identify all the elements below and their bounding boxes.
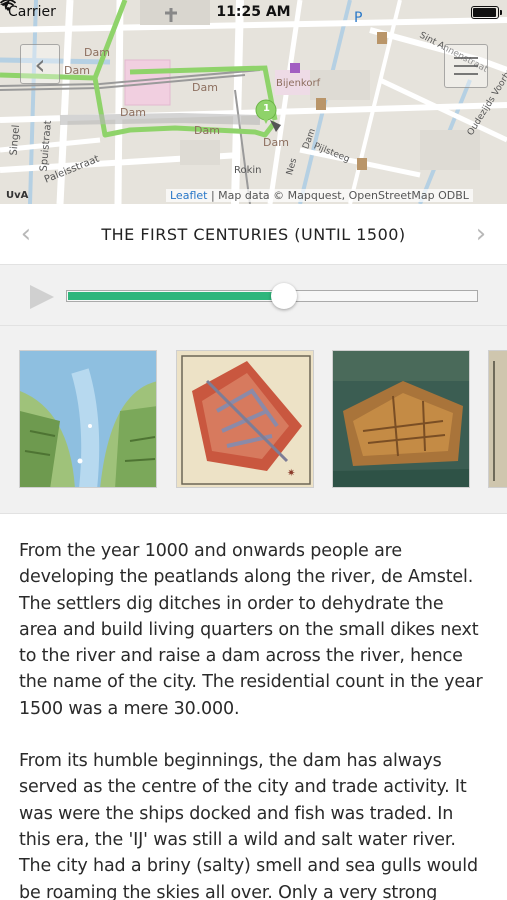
audio-scrubber-thumb[interactable]: [271, 283, 298, 309]
status-time: 11:25 AM: [216, 4, 291, 20]
content-paragraph: From the year 1000 and onwards people ar…: [19, 541, 483, 719]
map-label-dam: Dam: [84, 46, 110, 59]
gallery-image-city-aerial[interactable]: [332, 350, 470, 488]
location-arrow-icon: [0, 0, 10, 10]
map-marker-label: 1: [263, 103, 270, 114]
menu-icon-bar: [454, 65, 478, 67]
audio-player: [0, 264, 507, 326]
chapter-title: THE FIRST CENTURIES (UNTIL 1500): [101, 224, 406, 244]
uva-logo: UvA: [6, 189, 29, 201]
chevron-right-icon[interactable]: ›: [471, 221, 491, 247]
play-icon[interactable]: [30, 285, 54, 309]
map-back-button[interactable]: ‹: [20, 44, 60, 84]
chapter-header: ‹ THE FIRST CENTURIES (UNTIL 1500) ›: [0, 204, 507, 264]
map-label-dam: Dam: [120, 106, 146, 119]
map-label-rokin: Rokin: [234, 165, 262, 176]
back-chevron-icon: ‹: [34, 47, 46, 81]
map-menu-button[interactable]: [444, 44, 488, 88]
battery-icon: [471, 5, 502, 19]
gallery-image-city-map-red[interactable]: ✷: [176, 350, 314, 488]
attribution-separator: |: [207, 188, 219, 202]
menu-icon-bar: [454, 73, 478, 75]
svg-text:✷: ✷: [287, 468, 295, 479]
chevron-left-icon[interactable]: ‹: [16, 221, 36, 247]
map-label-dam: Dam: [194, 124, 220, 137]
map-attribution: UvA Leaflet | Map data © Mapquest, OpenS…: [0, 186, 507, 204]
gallery-image-river[interactable]: [19, 350, 157, 488]
gallery-image-map-partial[interactable]: [488, 350, 507, 488]
map-label-dam: Dam: [64, 64, 90, 77]
map-view[interactable]: Dam Dam Dam Dam Dam Dam Bijenkorf Rokin …: [0, 0, 507, 204]
map-data-credit: Map data © Mapquest, OpenStreetMap ODBL: [218, 188, 469, 202]
content-paragraph: From its humble beginnings, the dam has …: [19, 751, 478, 900]
map-label-dam: Dam: [263, 136, 289, 149]
map-label-bijenkorf: Bijenkorf: [276, 78, 321, 89]
status-bar: Carrier 11:25 AM: [0, 0, 507, 24]
leaflet-link[interactable]: Leaflet: [170, 189, 207, 202]
menu-icon-bar: [454, 57, 478, 59]
map-label-dam: Dam: [192, 81, 218, 94]
chapter-content: From the year 1000 and onwards people ar…: [0, 514, 507, 900]
audio-progress-fill: [68, 292, 284, 300]
image-gallery[interactable]: ✷: [0, 326, 507, 514]
